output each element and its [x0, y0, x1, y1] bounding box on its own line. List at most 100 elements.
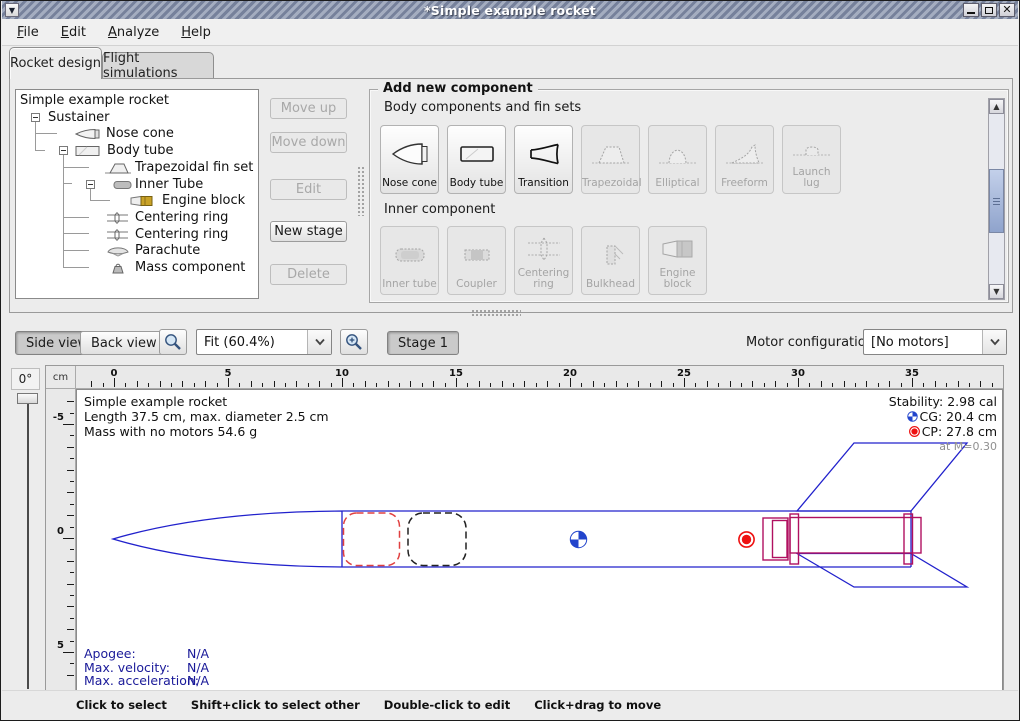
ruler-tick [63, 538, 74, 539]
menu-item-help[interactable]: Help [170, 21, 222, 44]
cg-marker[interactable] [570, 531, 586, 547]
new-stage-button[interactable]: New stage [270, 221, 347, 242]
motor-configuration-combobox[interactable]: [No motors] [863, 329, 1007, 355]
ruler-tick [319, 381, 320, 387]
add-centering-ring-button[interactable]: Centering ring [514, 226, 573, 295]
move-down-button[interactable]: Move down [270, 132, 347, 153]
tree-expander-icon[interactable] [59, 146, 68, 155]
fin-lower-outline [797, 554, 967, 588]
menu-item-analyze[interactable]: Analyze [97, 21, 170, 44]
add-trapezoidal-button[interactable]: Trapezoidal [581, 125, 640, 194]
tab-flight-simulations[interactable]: Flight simulations [102, 52, 214, 79]
stability-info: Stability: 2.98 cal CG: 20.4 cm CP: 27.8… [889, 394, 997, 454]
tree-item-inner-tube[interactable]: Inner Tube [135, 176, 203, 193]
status-hint: Double-click to edit [384, 698, 510, 712]
window-title: *Simple example rocket [2, 3, 1018, 18]
close-button[interactable]: ✕ [999, 3, 1015, 17]
ruler-tick [182, 381, 183, 387]
scroll-down-button[interactable]: ▼ [989, 284, 1004, 299]
ruler-tick [912, 378, 913, 387]
tree-item-centering-ring[interactable]: Centering ring [135, 226, 228, 243]
menu-item-edit[interactable]: Edit [50, 21, 97, 44]
cp-marker[interactable] [739, 532, 754, 547]
add-coupler-button[interactable]: Coupler [447, 226, 506, 295]
ruler-tick [70, 458, 74, 459]
ruler-tick [889, 381, 890, 387]
ruler-label: 0 [102, 368, 126, 379]
tree-connector-line [63, 233, 89, 234]
ruler-tick [638, 381, 639, 387]
horizontal-splitter-handle[interactable] [471, 309, 521, 317]
zoom-level-combobox[interactable]: Fit (60.4%) [196, 329, 332, 355]
ruler-tick [160, 381, 161, 387]
apogee-value: N/A [187, 647, 209, 661]
edit-button[interactable]: Edit [270, 179, 347, 200]
ruler-tick [70, 663, 74, 664]
tree-item-nose-cone[interactable]: Nose cone [106, 125, 174, 142]
stage-1-toggle[interactable]: Stage 1 [387, 331, 459, 355]
scroll-up-button[interactable]: ▲ [989, 99, 1004, 114]
slider-handle[interactable] [17, 393, 38, 404]
back-view-button[interactable]: Back view [80, 331, 168, 355]
minimize-button[interactable] [963, 3, 979, 17]
tree-item-parachute[interactable]: Parachute [135, 242, 200, 259]
add-body-tube-button[interactable]: Body tube [447, 125, 506, 194]
add-bulkhead-button[interactable]: Bulkhead [581, 226, 640, 295]
rotation-slider[interactable] [11, 391, 45, 691]
tab-rocket-design[interactable]: Rocket design [9, 47, 102, 79]
ruler-tick [764, 383, 765, 387]
ruler-tick [604, 383, 605, 387]
vertical-splitter-handle[interactable] [357, 166, 365, 216]
maximize-button[interactable] [981, 3, 997, 17]
add-launch-lug-button[interactable]: Launch lug [782, 125, 841, 194]
ruler-tick [422, 383, 423, 387]
ruler-tick [274, 381, 275, 387]
ruler-tick [114, 378, 115, 387]
tree-item-engine-block[interactable]: Engine block [162, 192, 245, 209]
ruler-tick [809, 383, 810, 387]
tree-item-simple-example-rocket[interactable]: Simple example rocket [20, 92, 169, 109]
delete-button[interactable]: Delete [270, 264, 347, 285]
add-inner-tube-button[interactable]: Inner tube [380, 226, 439, 295]
scrollbar-thumb[interactable] [989, 169, 1004, 233]
tree-item-centering-ring[interactable]: Centering ring [135, 209, 228, 226]
move-up-button[interactable]: Move up [270, 98, 347, 119]
component-tree[interactable]: Simple example rocketSustainerNose coneB… [15, 89, 259, 299]
ruler-tick [205, 381, 206, 387]
tree-item-body-tube[interactable]: Body tube [107, 142, 174, 159]
tree-expander-icon[interactable] [86, 180, 95, 189]
add-button-label: Body tube [448, 178, 505, 193]
ruler-tick [844, 381, 845, 387]
ruler-tick [70, 641, 74, 642]
motor-combobox-arrow[interactable] [982, 330, 1006, 354]
add-freeform-button[interactable]: Freeform [715, 125, 774, 194]
add-button-label: Bulkhead [582, 279, 639, 294]
rocket-canvas[interactable]: Simple example rocket Length 37.5 cm, ma… [76, 389, 1003, 691]
zoom-out-button[interactable] [159, 329, 187, 355]
ruler-tick [456, 378, 457, 387]
tree-expander-icon[interactable] [31, 113, 40, 122]
add-transition-button[interactable]: Transition [514, 125, 573, 194]
tree-item-trapezoidal-fin-set[interactable]: Trapezoidal fin set [135, 159, 253, 176]
bulkhead-icon [582, 227, 639, 279]
ruler-tick [718, 383, 719, 387]
menu-item-file[interactable]: File [6, 21, 50, 44]
component-scrollbar[interactable]: ▲ ▼ [988, 98, 1005, 300]
zoom-combobox-arrow[interactable] [307, 330, 331, 354]
rotation-angle-display[interactable]: 0° [11, 368, 40, 390]
ruler-tick [388, 381, 389, 387]
elliptical-icon [649, 126, 706, 178]
zoom-in-button[interactable] [340, 329, 368, 355]
tree-connector-line [90, 189, 91, 200]
title-bar[interactable]: ▼ *Simple example rocket ✕ [2, 1, 1018, 19]
add-engine-block-button[interactable]: Engine block [648, 226, 707, 295]
add-nose-cone-button[interactable]: Nose cone [380, 125, 439, 194]
ruler-tick [570, 378, 571, 387]
ruler-tick [67, 675, 74, 676]
tree-item-sustainer[interactable]: Sustainer [48, 109, 110, 126]
tree-item-mass-component[interactable]: Mass component [135, 259, 245, 276]
centering-ring-icon [515, 227, 572, 268]
ruler-tick [923, 383, 924, 387]
ruler-tick [821, 381, 822, 387]
add-elliptical-button[interactable]: Elliptical [648, 125, 707, 194]
